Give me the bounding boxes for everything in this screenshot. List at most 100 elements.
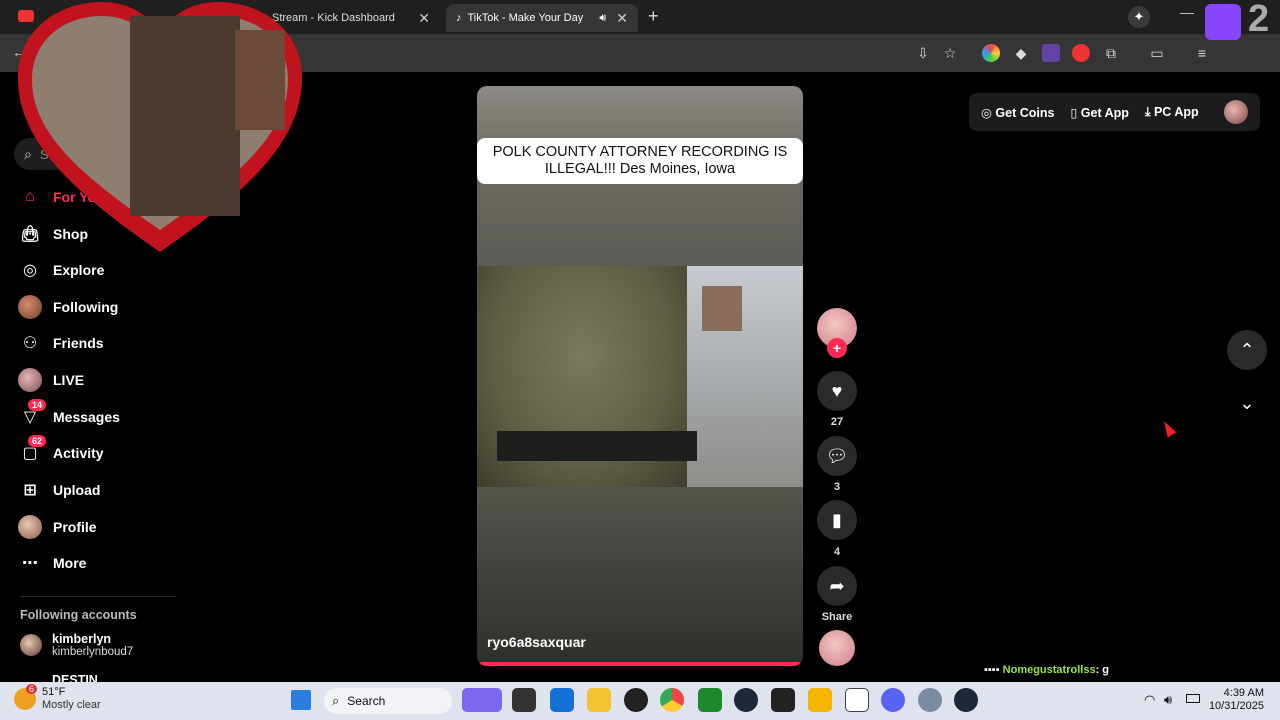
music-disc-avatar[interactable]	[819, 630, 855, 666]
weather-moon-icon: 6	[14, 684, 38, 710]
volume-icon[interactable]: 🔊︎	[1164, 692, 1172, 708]
sidebar-item-label: Upload	[53, 482, 101, 498]
settings-gear-icon[interactable]	[918, 688, 942, 712]
sidebar-item-activity[interactable]: ▢ 62 Activity	[18, 435, 104, 468]
video-player[interactable]: POLK COUNTY ATTORNEY RECORDING IS ILLEGA…	[477, 86, 803, 666]
stream-chat-line: ▪▪▪▪ Nomegustatrollss: g	[984, 664, 1109, 676]
share-arrow-icon: ➦	[829, 575, 845, 596]
get-app-button[interactable]: ▯ Get App	[1070, 105, 1129, 120]
taskbar-clock[interactable]: 4:39 AM 10/31/2025	[1208, 687, 1264, 713]
sidebar-item-messages[interactable]: ▽ 14 Messages	[18, 399, 120, 432]
search-icon: ⌕	[332, 693, 340, 708]
follow-plus-icon[interactable]: +	[827, 338, 847, 358]
get-app-label: Get App	[1080, 105, 1129, 120]
new-tab-button[interactable]: +	[648, 6, 659, 27]
previous-video-button[interactable]: ⌃	[1227, 330, 1267, 370]
account-handle: kimberlynboud7	[52, 646, 134, 658]
comment-count: 3	[833, 481, 841, 493]
upload-icon: ⊞	[23, 482, 37, 499]
chrome-app-icon[interactable]	[660, 688, 684, 712]
get-coins-label: Get Coins	[995, 105, 1055, 120]
discord-app-icon[interactable]	[881, 688, 905, 712]
tab-label: TikTok - Make Your Day	[467, 12, 584, 24]
wifi-icon[interactable]: ◠	[1144, 692, 1155, 708]
sidebar-item-upload[interactable]: ⊞ Upload	[18, 475, 100, 505]
extensions-puzzle-icon[interactable]: ⧉	[1102, 44, 1120, 62]
minimize-button[interactable]: —	[1180, 4, 1194, 20]
building	[702, 286, 742, 331]
twitch-overlay-count: 2	[1248, 0, 1270, 40]
extension-diamond-icon[interactable]: ◆	[1012, 44, 1030, 62]
friends-icon: ⚇	[22, 335, 38, 352]
tab-search-icon[interactable]: ≡	[1193, 44, 1211, 62]
weather-desc: Mostly clear	[42, 699, 101, 711]
heart-icon: ♥	[831, 380, 843, 401]
task-view-icon[interactable]	[512, 688, 536, 712]
sidebar-item-label: Messages	[53, 409, 120, 425]
sidebar-item-more[interactable]: ⋯ More	[18, 548, 86, 578]
xbox-app-icon[interactable]	[698, 688, 722, 712]
store-app-icon[interactable]	[550, 688, 574, 712]
extension-twitch-icon[interactable]	[1042, 44, 1060, 62]
taskbar-search-label: Search	[347, 694, 386, 708]
battery-icon[interactable]	[1186, 694, 1200, 703]
extension-red-icon[interactable]	[1072, 44, 1090, 62]
sidebar-item-profile[interactable]: Profile	[18, 512, 97, 542]
video-caption: POLK COUNTY ATTORNEY RECORDING IS ILLEGA…	[477, 138, 803, 184]
get-coins-button[interactable]: ◎ Get Coins	[981, 105, 1054, 120]
close-tab-icon[interactable]: ✕	[418, 10, 430, 27]
video-author[interactable]: ryo6a8saxquar	[487, 634, 586, 650]
extension-color-icon[interactable]	[982, 44, 1000, 62]
comment-button[interactable]: 💬︎	[817, 436, 857, 476]
steam-tray-icon[interactable]	[954, 688, 978, 712]
next-video-button[interactable]: ⌄	[1227, 383, 1267, 423]
sidebar-item-live[interactable]: LIVE	[18, 365, 84, 395]
rockstar-app-icon[interactable]	[808, 688, 832, 712]
like-button[interactable]: ♥	[817, 371, 857, 411]
chevron-up-icon: ⌃	[1239, 339, 1255, 360]
sidebar-item-label: Friends	[53, 335, 104, 351]
coin-icon: ◎	[981, 105, 996, 120]
like-count: 27	[830, 416, 844, 428]
bookmark-icon: ▮	[832, 509, 842, 530]
windows-start-icon[interactable]	[291, 690, 311, 710]
bookmark-button[interactable]: ▮	[817, 500, 857, 540]
pc-app-button[interactable]: ⤓ PC App	[1145, 105, 1199, 120]
sidebar-panel-icon[interactable]: ▭	[1148, 44, 1166, 62]
install-app-icon[interactable]: ⇩	[914, 44, 932, 62]
bookmark-star-icon[interactable]: ☆	[941, 44, 959, 62]
account-name: kimberlyn	[52, 632, 112, 646]
sidebar-divider	[20, 596, 176, 597]
twitch-overlay-logo	[1205, 4, 1241, 40]
weather-widget[interactable]: 6 51°F Mostly clear	[14, 684, 101, 712]
epic-games-icon[interactable]	[771, 688, 795, 712]
taskbar-time: 4:39 AM	[1223, 687, 1264, 699]
sidebar-item-friends[interactable]: ⚇ Friends	[18, 328, 104, 358]
webcam-person	[130, 16, 240, 216]
speaker-icon[interactable]: 🔊︎	[599, 12, 606, 25]
steam-app-icon[interactable]	[734, 688, 758, 712]
following-account-item[interactable]: kimberlyn kimberlynboud7	[20, 632, 133, 658]
live-avatar-icon	[18, 368, 42, 392]
chat-message: : g	[1095, 664, 1110, 676]
user-avatar[interactable]	[1224, 100, 1248, 124]
7zip-app-icon[interactable]	[845, 688, 869, 712]
sidebar-item-label: More	[53, 555, 87, 571]
following-accounts-header: Following accounts	[20, 608, 137, 622]
widgets-app-icon[interactable]	[462, 688, 502, 712]
sidebar-item-following[interactable]: Following	[18, 292, 118, 322]
gemini-icon[interactable]: ✦	[1128, 6, 1150, 28]
tiktok-logo-icon: ♪	[456, 12, 462, 24]
file-explorer-icon[interactable]	[587, 688, 611, 712]
top-action-bar: ◎ Get Coins ▯ Get App ⤓ PC App	[969, 93, 1260, 131]
taskbar-search[interactable]: ⌕ Search	[324, 688, 452, 714]
share-button[interactable]: ➦	[817, 566, 857, 606]
sidebar-item-label: Explore	[53, 262, 105, 278]
share-label: Share	[821, 611, 853, 623]
tab-tiktok[interactable]: ♪ TikTok - Make Your Day 🔊︎ ✕	[446, 4, 638, 32]
more-dots-icon: ⋯	[22, 555, 38, 572]
close-tab-icon[interactable]: ✕	[616, 10, 628, 27]
obs-app-icon[interactable]	[624, 688, 648, 712]
progress-bar[interactable]	[477, 662, 803, 666]
bookmark-count: 4	[833, 546, 841, 558]
